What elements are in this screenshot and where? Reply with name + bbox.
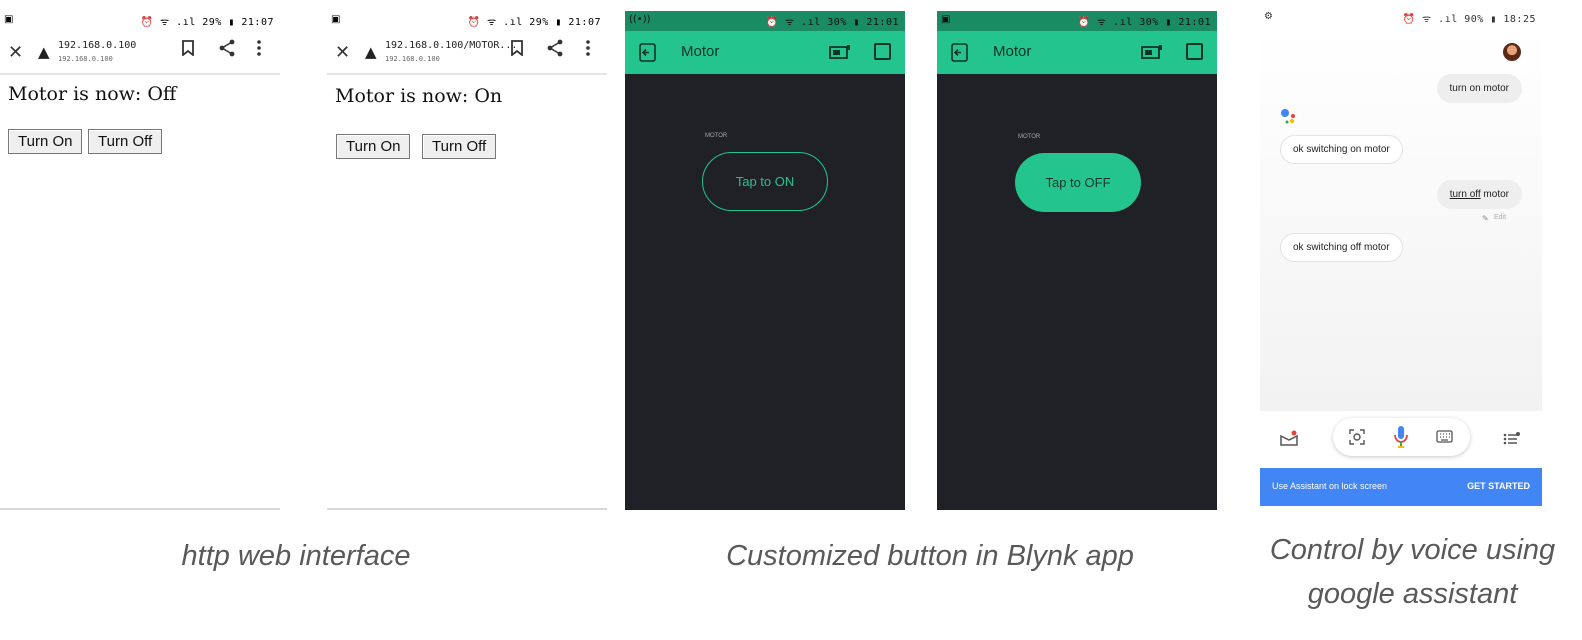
explore-list-icon[interactable]	[1503, 432, 1521, 446]
device-icon[interactable]	[1141, 44, 1163, 60]
edit-icon[interactable]: ✎	[1482, 214, 1489, 223]
blynk-phone-off: ((•)) ⏰ ᯤ .ıl 30% ▮ 21:01 Motor MOTOR Ta…	[625, 11, 905, 510]
motor-toggle-button[interactable]: Tap to ON	[702, 152, 828, 211]
assistant-logo-icon	[1281, 109, 1295, 124]
caption-blynk: Customized button in Blynk app	[726, 540, 1134, 572]
status-bar: ⚙ ⏰ ᯤ .ıl 90% ▮ 18:25	[1260, 8, 1542, 28]
keyboard-icon[interactable]	[1436, 430, 1453, 443]
motor-status-text: Motor is now: On	[335, 85, 503, 107]
image-notification-icon: ▣	[4, 14, 14, 25]
image-notification-icon: ▣	[331, 14, 341, 25]
turn-off-button[interactable]: Turn Off	[422, 134, 497, 159]
broadcast-icon: ((•))	[629, 14, 651, 25]
avatar[interactable]	[1503, 43, 1521, 61]
banner-text: Use Assistant on lock screen	[1272, 481, 1388, 491]
turn-on-button[interactable]: Turn On	[8, 129, 83, 154]
browser-toolbar: ✕ ▲ 192.168.0.100/MOTOR... 192.168.0.100	[327, 33, 607, 75]
bookmark-icon[interactable]	[182, 40, 194, 56]
blynk-app-bar: Motor	[937, 31, 1217, 74]
turn-on-button[interactable]: Turn On	[336, 134, 411, 159]
status-bar: ▣ ⏰ ᯤ .ıl 29% ▮ 21:07	[327, 11, 607, 31]
turn-off-button[interactable]: Turn Off	[88, 129, 163, 154]
get-started-button[interactable]: GET STARTED	[1467, 481, 1530, 491]
exit-project-icon[interactable]	[638, 43, 657, 62]
status-indicators: ⏰ ᯤ .ıl 30% ▮ 21:01	[765, 17, 899, 28]
warning-icon[interactable]: ▲	[38, 43, 50, 61]
lens-icon[interactable]	[1349, 429, 1365, 445]
browser-toolbar: ✕ ▲ 192.168.0.100 192.168.0.100	[0, 33, 280, 75]
stop-icon[interactable]	[874, 43, 891, 60]
widget-label: MOTOR	[1018, 134, 1041, 140]
image-notification-icon: ▣	[941, 14, 951, 25]
more-options-icon[interactable]	[585, 39, 591, 57]
status-indicators: ⏰ ᯤ .ıl 30% ▮ 21:01	[1077, 17, 1211, 28]
motor-toggle-button[interactable]: Tap to OFF	[1015, 153, 1141, 212]
edit-label[interactable]: Edit	[1494, 214, 1506, 221]
stop-icon[interactable]	[1186, 43, 1203, 60]
status-indicators: ⏰ ᯤ .ıl 29% ▮ 21:07	[140, 17, 274, 28]
device-icon[interactable]	[829, 44, 851, 60]
project-title: Motor	[993, 43, 1032, 60]
url-subtext: 192.168.0.100	[385, 55, 440, 63]
caption-web-interface: http web interface	[181, 540, 411, 572]
warning-icon[interactable]: ▲	[365, 43, 377, 61]
user-message-turn-off: turn off motor	[1436, 180, 1522, 209]
share-icon[interactable]	[546, 39, 564, 57]
web-interface-phone-off: ▣ ⏰ ᯤ .ıl 29% ▮ 21:07 ✕ ▲ 192.168.0.100 …	[0, 11, 280, 510]
google-assistant-phone: ⚙ ⏰ ᯤ .ıl 90% ▮ 18:25 turn on motor ok s…	[1260, 8, 1542, 509]
microphone-icon[interactable]	[1392, 425, 1410, 449]
close-icon[interactable]: ✕	[8, 42, 23, 63]
lock-screen-banner: Use Assistant on lock screen GET STARTED	[1260, 468, 1542, 506]
caption-assistant-line1: Control by voice using	[1269, 534, 1556, 566]
more-options-icon[interactable]	[256, 39, 262, 57]
url-text[interactable]: 192.168.0.100	[58, 40, 136, 51]
motor-status-text: Motor is now: Off	[8, 83, 177, 105]
blynk-app-bar: Motor	[625, 31, 905, 74]
assistant-reply-off: ok switching off motor	[1280, 233, 1403, 262]
input-controls-pill	[1333, 418, 1470, 456]
url-subtext: 192.168.0.100	[58, 55, 113, 63]
status-bar: ((•)) ⏰ ᯤ .ıl 30% ▮ 21:01	[625, 11, 905, 31]
bookmark-icon[interactable]	[511, 40, 523, 56]
widget-label: MOTOR	[705, 133, 728, 139]
caption-assistant-line2: google assistant	[1307, 578, 1518, 610]
project-title: Motor	[681, 43, 720, 60]
message-rest: motor	[1480, 189, 1509, 200]
close-icon[interactable]: ✕	[335, 42, 350, 63]
snapshot-icon[interactable]	[1280, 430, 1298, 446]
status-bar: ▣ ⏰ ᯤ .ıl 29% ▮ 21:07	[0, 11, 280, 31]
url-text[interactable]: 192.168.0.100/MOTOR...	[385, 40, 517, 51]
corrected-word[interactable]: turn off	[1450, 189, 1481, 200]
assistant-reply-on: ok switching on motor	[1280, 135, 1403, 164]
blynk-phone-on: ▣ ⏰ ᯤ .ıl 30% ▮ 21:01 Motor MOTOR Tap to…	[937, 11, 1217, 510]
status-indicators: ⏰ ᯤ .ıl 29% ▮ 21:07	[467, 17, 601, 28]
user-message-turn-on: turn on motor	[1436, 74, 1522, 103]
settings-shortcut-icon: ⚙	[1264, 11, 1273, 22]
web-interface-phone-on: ▣ ⏰ ᯤ .ıl 29% ▮ 21:07 ✕ ▲ 192.168.0.100/…	[327, 11, 607, 510]
exit-project-icon[interactable]	[950, 43, 969, 62]
status-indicators: ⏰ ᯤ .ıl 90% ▮ 18:25	[1402, 14, 1536, 25]
share-icon[interactable]	[218, 39, 236, 57]
status-bar: ▣ ⏰ ᯤ .ıl 30% ▮ 21:01	[937, 11, 1217, 31]
